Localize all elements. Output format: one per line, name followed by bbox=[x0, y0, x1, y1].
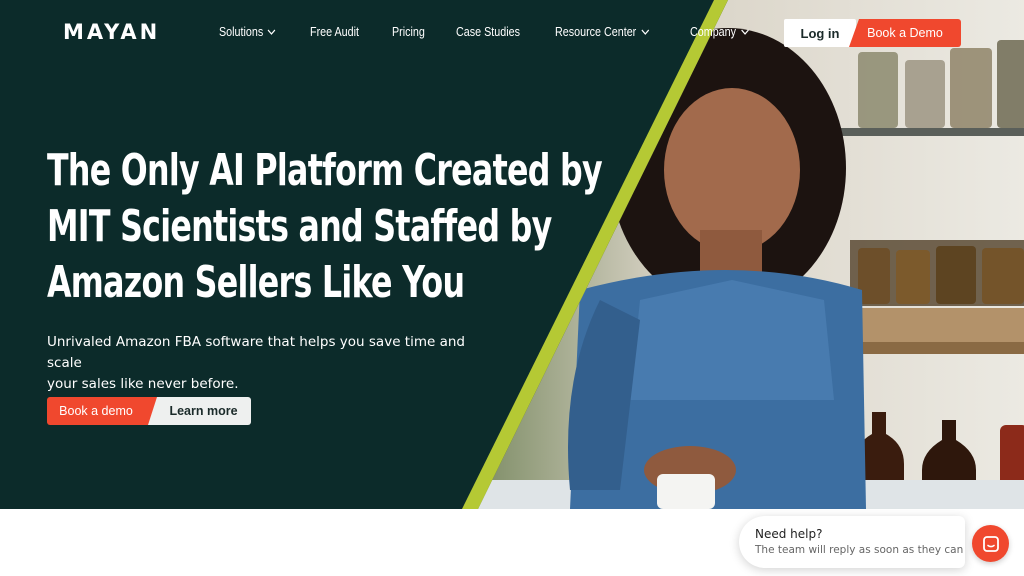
login-button[interactable]: Log in bbox=[784, 19, 856, 47]
headline-line: Amazon Sellers Like You bbox=[47, 257, 465, 308]
mayan-logo[interactable]: MAYAN bbox=[63, 20, 160, 44]
hero-headline: The Only AI Platform Created by MIT Scie… bbox=[47, 143, 603, 311]
chevron-down-icon bbox=[641, 29, 649, 35]
nav-item-label: Case Studies bbox=[455, 25, 520, 39]
headline-line: MIT Scientists and Staffed by bbox=[47, 201, 552, 252]
nav-item-label: Pricing bbox=[392, 25, 426, 39]
nav-item-pricing[interactable]: Pricing bbox=[392, 25, 425, 39]
main-nav: Solutions Free Audit Pricing Case Studie… bbox=[219, 25, 758, 39]
book-demo-header-button[interactable]: Book a Demo bbox=[849, 19, 961, 47]
nav-item-solutions[interactable]: Solutions bbox=[219, 25, 276, 39]
nav-item-label: Resource Center bbox=[555, 25, 637, 39]
subtext-line: Unrivaled Amazon FBA software that helps… bbox=[47, 334, 465, 371]
hero-section: MAYAN Solutions Free Audit Pricing Case … bbox=[0, 0, 1024, 509]
nav-item-resource-center[interactable]: Resource Center bbox=[555, 25, 649, 39]
nav-item-label: Solutions bbox=[219, 25, 264, 39]
chat-launcher-button[interactable] bbox=[972, 525, 1009, 562]
hero-subtext: Unrivaled Amazon FBA software that helps… bbox=[47, 332, 502, 395]
chat-title: Need help? bbox=[755, 527, 823, 541]
nav-item-label: Free Audit bbox=[310, 25, 360, 39]
book-demo-button[interactable]: Book a demo bbox=[47, 397, 159, 425]
chat-icon bbox=[982, 535, 999, 552]
nav-item-case-studies[interactable]: Case Studies bbox=[456, 25, 520, 39]
nav-item-free-audit[interactable]: Free Audit bbox=[310, 25, 359, 39]
chat-prompt-bubble[interactable]: Need help? The team will reply as soon a… bbox=[739, 516, 965, 568]
nav-item-label: Company bbox=[689, 25, 736, 39]
chevron-down-icon bbox=[268, 29, 276, 35]
subtext-line: your sales like never before. bbox=[47, 376, 239, 392]
learn-more-button[interactable]: Learn more bbox=[148, 397, 251, 425]
chevron-down-icon bbox=[740, 29, 748, 35]
nav-item-company[interactable]: Company bbox=[690, 25, 749, 39]
headline-line: The Only AI Platform Created by bbox=[47, 145, 603, 196]
chat-subtitle: The team will reply as soon as they can bbox=[755, 544, 964, 556]
